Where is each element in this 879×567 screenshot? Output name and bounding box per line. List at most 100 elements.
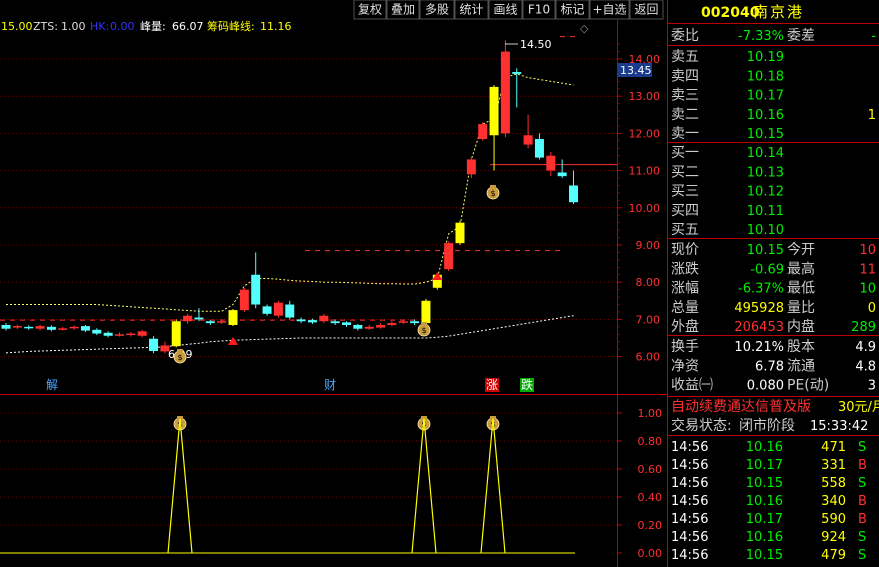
- stat-label: PE(动): [787, 378, 829, 394]
- candle-body: [1, 324, 11, 329]
- tick-price: 10.17: [746, 458, 783, 473]
- toolbar-button-2[interactable]: 多股: [419, 0, 455, 20]
- toolbar-button-label[interactable]: F10: [528, 3, 550, 17]
- candle-body: [569, 185, 578, 203]
- candle: [58, 326, 68, 331]
- stat-row: 外盘 206453 内盘 289: [671, 318, 876, 335]
- event-marker[interactable]: 涨: [485, 377, 499, 392]
- toolbar-button-7[interactable]: +自选: [589, 0, 630, 20]
- chip-label: 筹码峰线:: [207, 19, 255, 33]
- event-marker-label[interactable]: 涨: [486, 377, 498, 392]
- bid-price: 10.12: [747, 185, 784, 200]
- stat-row: 现价 10.15 今开 10: [671, 242, 876, 258]
- candle-body: [478, 124, 488, 139]
- event-marker-label[interactable]: 解: [46, 378, 58, 392]
- candle: [342, 321, 351, 327]
- event-marker[interactable]: 财: [323, 378, 337, 392]
- candle-body: [500, 51, 510, 134]
- ask-price: 10.17: [747, 89, 784, 104]
- candle-body: [205, 321, 215, 324]
- event-marker-label[interactable]: 跌: [521, 377, 533, 392]
- sub-axis-tick-label: 0.00: [638, 547, 663, 560]
- toolbar: 复权 叠加 多股 统计 画线 F10 标记 +自选 返回: [353, 0, 664, 20]
- toolbar-button-6[interactable]: 标记: [555, 0, 590, 20]
- candle: [251, 252, 261, 309]
- candle: [194, 308, 204, 322]
- toolbar-button-label[interactable]: 统计: [459, 3, 483, 17]
- candle-body: [364, 326, 374, 329]
- candle: [296, 317, 306, 324]
- toolbar-button-label[interactable]: +自选: [592, 3, 626, 17]
- tick-side: S: [858, 476, 866, 491]
- tick-row: 14:56 10.17 331 B: [671, 458, 867, 473]
- candle-body: [194, 317, 204, 320]
- axis-tick-label: 11.00: [629, 165, 661, 178]
- stat-value: 0: [868, 301, 876, 316]
- candle: [534, 133, 544, 160]
- stat-value: 0.080: [747, 379, 784, 394]
- tick-volume: 924: [821, 530, 846, 545]
- candle: [24, 325, 34, 330]
- quote-panel: 002040南京港委比 -7.33% 委差 - 卖五 10.19 卖四 10.18 卖三 10.1…: [671, 3, 879, 563]
- event-marker-label[interactable]: 财: [324, 378, 336, 392]
- toolbar-button-5[interactable]: F10: [522, 0, 556, 20]
- diamond-icon[interactable]: ◇: [580, 22, 589, 35]
- candle-body: [512, 72, 522, 74]
- candle-body: [58, 328, 68, 330]
- toolbar-button-8[interactable]: 返回: [629, 0, 664, 20]
- sub-axis-tick-label: 0.80: [638, 435, 663, 448]
- tick-volume: 331: [821, 458, 846, 473]
- stat-label: 量比: [787, 300, 815, 316]
- toolbar-button-0[interactable]: 复权: [353, 0, 387, 20]
- candle-body: [534, 138, 544, 158]
- toolbar-button-3[interactable]: 统计: [454, 0, 489, 20]
- candle-body: [489, 86, 499, 136]
- toolbar-button-label[interactable]: 返回: [634, 3, 658, 17]
- candle: [126, 332, 136, 337]
- candle: [376, 323, 386, 329]
- candle: [171, 319, 181, 348]
- sub-axis-tick-label: 0.40: [638, 491, 663, 504]
- candle: [12, 324, 22, 330]
- toolbar-button-4[interactable]: 画线: [488, 0, 523, 20]
- toolbar-button-1[interactable]: 叠加: [386, 0, 420, 20]
- money-bag-icon: $: [486, 185, 500, 200]
- candle: [319, 313, 329, 324]
- peak-label: 峰量:: [140, 20, 166, 33]
- candle: [35, 324, 45, 331]
- stat-label: 总量: [671, 300, 699, 316]
- stat-label: 流通: [787, 358, 815, 374]
- event-marker[interactable]: 解: [45, 378, 59, 392]
- candle-body: [24, 326, 34, 329]
- toolbar-button-label[interactable]: 标记: [560, 3, 584, 17]
- candle: [69, 325, 79, 330]
- toolbar-button-label[interactable]: 多股: [425, 3, 449, 17]
- bid-price: 10.14: [747, 146, 784, 161]
- bid-price: 10.10: [747, 223, 784, 238]
- event-marker[interactable]: 跌: [520, 377, 534, 392]
- bid-label: 买五: [671, 222, 699, 238]
- price-axis: 14.0013.0012.0011.0010.009.008.007.006.0…: [617, 43, 661, 364]
- promo-price[interactable]: 30元/月: [838, 400, 879, 415]
- promo-banner[interactable]: 自动续费通达信普及版 30元/月: [671, 398, 879, 415]
- tick-side: S: [858, 440, 866, 455]
- stat-value: 10.15: [747, 243, 784, 258]
- stat-value: -0.69: [750, 262, 784, 277]
- toolbar-button-label[interactable]: 画线: [493, 3, 517, 17]
- stat-value: 6.78: [755, 359, 784, 374]
- promo-text[interactable]: 自动续费通达信普及版: [671, 398, 811, 415]
- stat-value: 11: [859, 262, 876, 277]
- tick-volume: 471: [821, 440, 846, 455]
- candle-body: [228, 310, 238, 325]
- toolbar-button-label[interactable]: 叠加: [391, 3, 415, 17]
- stat-row: 收益㈠ 0.080 PE(动) 3: [671, 378, 876, 394]
- ask-volume: 1: [868, 108, 876, 123]
- candle-body: [319, 315, 329, 322]
- candle-body: [262, 306, 272, 314]
- toolbar-button-label[interactable]: 复权: [358, 3, 382, 17]
- candle: [262, 304, 272, 316]
- ask-price: 10.16: [747, 108, 784, 123]
- candle: [569, 170, 578, 205]
- chip-value: 11.16: [260, 20, 292, 33]
- main-gridlines: [0, 58, 617, 358]
